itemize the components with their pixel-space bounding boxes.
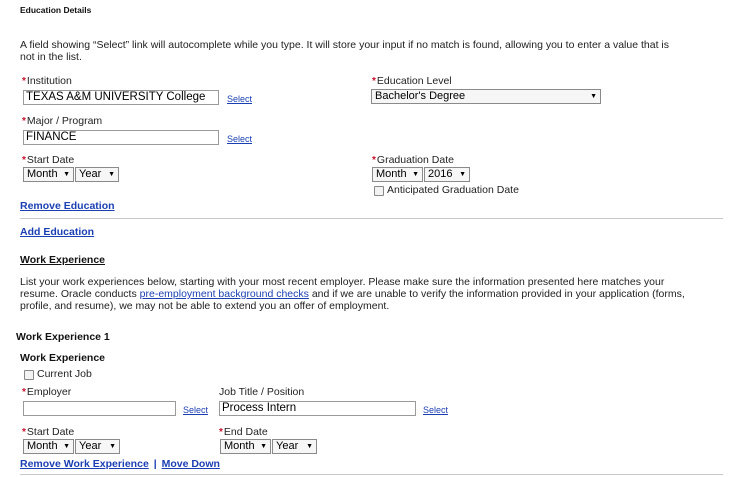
work-experience-subtitle: Work Experience bbox=[20, 352, 106, 364]
required-marker: * bbox=[372, 76, 376, 87]
major-select-link[interactable]: Select bbox=[227, 134, 252, 144]
employer-label: *Employer bbox=[22, 386, 72, 398]
remove-education-link[interactable]: Remove Education bbox=[20, 200, 115, 212]
job-title-label: Job Title / Position bbox=[219, 386, 305, 398]
dropdown-arrow-icon: ▼ bbox=[109, 443, 116, 450]
education-level-label: *Education Level bbox=[372, 75, 452, 87]
work-end-month-select[interactable]: Month ▼ bbox=[220, 439, 271, 454]
institution-select-link[interactable]: Select bbox=[227, 94, 252, 104]
job-title-input[interactable]: Process Intern bbox=[219, 401, 416, 416]
institution-input[interactable]: TEXAS A&M UNIVERSITY College bbox=[23, 90, 219, 105]
required-marker: * bbox=[22, 116, 26, 127]
major-input[interactable]: FINANCE bbox=[23, 130, 219, 145]
education-start-year-select[interactable]: Year ▼ bbox=[75, 167, 119, 182]
work-start-month-select[interactable]: Month ▼ bbox=[23, 439, 74, 454]
work-experience-section-title: Work Experience bbox=[20, 254, 106, 266]
institution-label: *Institution bbox=[22, 75, 72, 87]
dropdown-arrow-icon: ▼ bbox=[412, 171, 419, 178]
required-marker: * bbox=[22, 155, 26, 166]
link-separator: | bbox=[153, 458, 157, 470]
add-education-link[interactable]: Add Education bbox=[20, 226, 94, 238]
required-marker: * bbox=[22, 427, 26, 438]
remove-work-experience-link[interactable]: Remove Work Experience bbox=[20, 458, 149, 470]
dropdown-arrow-icon: ▼ bbox=[63, 443, 70, 450]
work-start-date-label: *Start Date bbox=[22, 426, 75, 438]
employer-select-link[interactable]: Select bbox=[183, 405, 208, 415]
dropdown-arrow-icon: ▼ bbox=[590, 93, 597, 100]
graduation-month-select[interactable]: Month ▼ bbox=[372, 167, 423, 182]
graduation-date-label: *Graduation Date bbox=[372, 154, 454, 166]
work-experience-entry-title: Work Experience 1 bbox=[16, 331, 110, 343]
anticipated-graduation-label: Anticipated Graduation Date bbox=[387, 184, 519, 196]
dropdown-arrow-icon: ▼ bbox=[63, 171, 70, 178]
section-divider bbox=[20, 218, 723, 219]
section-divider bbox=[20, 474, 723, 475]
graduation-year-select[interactable]: 2016 ▼ bbox=[424, 167, 470, 182]
major-label: *Major / Program bbox=[22, 115, 103, 127]
required-marker: * bbox=[372, 155, 376, 166]
required-marker: * bbox=[22, 76, 26, 87]
work-experience-actions: Remove Work Experience | Move Down bbox=[20, 458, 220, 470]
required-marker: * bbox=[219, 427, 223, 438]
move-down-link[interactable]: Move Down bbox=[162, 458, 220, 470]
current-job-label: Current Job bbox=[37, 368, 92, 380]
job-title-select-link[interactable]: Select bbox=[423, 405, 448, 415]
dropdown-arrow-icon: ▼ bbox=[108, 171, 115, 178]
education-intro-text: A field showing “Select” link will autoc… bbox=[20, 39, 669, 63]
current-job-checkbox[interactable] bbox=[24, 370, 34, 380]
education-section-title: Education Details bbox=[20, 5, 92, 15]
dropdown-arrow-icon: ▼ bbox=[260, 443, 267, 450]
dropdown-arrow-icon: ▼ bbox=[459, 171, 466, 178]
education-start-date-label: *Start Date bbox=[22, 154, 75, 166]
education-start-month-select[interactable]: Month ▼ bbox=[23, 167, 74, 182]
work-experience-intro-text: List your work experiences below, starti… bbox=[20, 276, 685, 312]
dropdown-arrow-icon: ▼ bbox=[306, 443, 313, 450]
anticipated-graduation-checkbox[interactable] bbox=[374, 186, 384, 196]
work-end-date-label: *End Date bbox=[219, 426, 268, 438]
work-start-year-select[interactable]: Year ▼ bbox=[75, 439, 120, 454]
employer-input[interactable] bbox=[23, 401, 176, 416]
background-checks-link[interactable]: pre-employment background checks bbox=[140, 288, 309, 300]
work-end-year-select[interactable]: Year ▼ bbox=[272, 439, 317, 454]
required-marker: * bbox=[22, 387, 26, 398]
education-level-select[interactable]: Bachelor's Degree ▼ bbox=[371, 89, 601, 104]
